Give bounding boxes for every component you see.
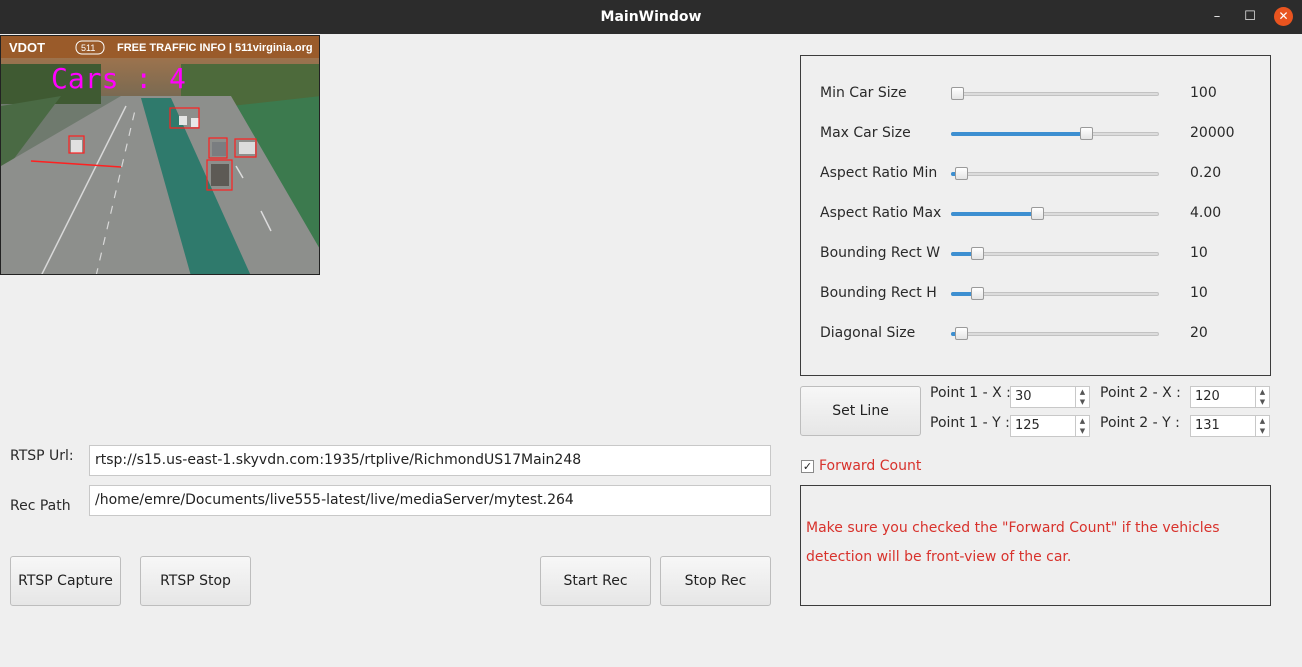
rec-path-label: Rec Path xyxy=(10,498,71,514)
point1-x-spinbox[interactable]: 30 ▲ ▼ xyxy=(1010,386,1090,408)
slider-value: 20000 xyxy=(1190,125,1235,141)
slider-fill xyxy=(951,132,1086,136)
slider-label: Max Car Size xyxy=(820,125,911,141)
spin-down-icon[interactable]: ▼ xyxy=(1255,426,1269,436)
rtsp-url-input[interactable]: rtsp://s15.us-east-1.skyvdn.com:1935/rtp… xyxy=(89,445,771,476)
spin-down-icon[interactable]: ▼ xyxy=(1255,397,1269,407)
slider-fill xyxy=(951,212,1037,216)
slider-label: Min Car Size xyxy=(820,85,907,101)
slider-label: Diagonal Size xyxy=(820,325,916,341)
rtsp-capture-button[interactable]: RTSP Capture xyxy=(10,556,121,606)
slider-handle[interactable] xyxy=(970,287,984,300)
point2-y-label: Point 2 - Y : xyxy=(1100,415,1180,431)
rtsp-stop-button[interactable]: RTSP Stop xyxy=(140,556,251,606)
car-count-overlay: Cars : 4 xyxy=(51,62,186,95)
slider-label: Aspect Ratio Max xyxy=(820,205,942,221)
info-line-2: detection will be front-view of the car. xyxy=(806,549,1072,565)
rec-path-input[interactable]: /home/emre/Documents/live555-latest/live… xyxy=(89,485,771,516)
spin-up-icon[interactable]: ▲ xyxy=(1075,416,1089,426)
slider-value: 10 xyxy=(1190,245,1208,261)
slider-handle[interactable] xyxy=(1030,207,1044,220)
spin-down-icon[interactable]: ▼ xyxy=(1075,426,1089,436)
slider-value: 10 xyxy=(1190,285,1208,301)
vdot-logo: VDOT xyxy=(9,40,45,55)
slider-handle[interactable] xyxy=(951,87,964,100)
rtsp-url-label: RTSP Url: xyxy=(10,448,74,464)
slider-value: 4.00 xyxy=(1190,205,1222,221)
point2-x-value: 120 xyxy=(1195,389,1220,404)
point1-x-label: Point 1 - X : xyxy=(930,385,1011,401)
511-badge: 511 xyxy=(81,43,95,53)
point2-y-spinbox[interactable]: 131 ▲ ▼ xyxy=(1190,415,1270,437)
slider-track[interactable] xyxy=(951,92,1159,96)
spin-up-icon[interactable]: ▲ xyxy=(1255,416,1269,426)
close-icon[interactable]: ✕ xyxy=(1274,7,1293,26)
traffic-camera-frame: VDOT 511 FREE TRAFFIC INFO | 511virginia… xyxy=(1,36,319,274)
spin-down-icon[interactable]: ▼ xyxy=(1075,397,1089,407)
info-line-1: Make sure you checked the "Forward Count… xyxy=(806,520,1220,536)
slider-label: Aspect Ratio Min xyxy=(820,165,938,181)
banner-text: FREE TRAFFIC INFO | 511virginia.org xyxy=(117,42,313,54)
maximize-icon[interactable]: ☐ xyxy=(1240,7,1260,27)
spin-up-icon[interactable]: ▲ xyxy=(1255,387,1269,397)
point1-y-spinbox[interactable]: 125 ▲ ▼ xyxy=(1010,415,1090,437)
slider-track[interactable] xyxy=(951,172,1159,176)
spin-up-icon[interactable]: ▲ xyxy=(1075,387,1089,397)
forward-count-checkbox[interactable]: ✓ xyxy=(801,460,814,473)
slider-value: 0.20 xyxy=(1190,165,1222,181)
forward-count-label[interactable]: Forward Count xyxy=(819,458,921,474)
slider-value: 100 xyxy=(1190,85,1217,101)
slider-value: 20 xyxy=(1190,325,1208,341)
slider-handle[interactable] xyxy=(954,167,968,180)
video-preview: VDOT 511 FREE TRAFFIC INFO | 511virginia… xyxy=(0,35,320,275)
window-title: MainWindow xyxy=(600,9,702,25)
slider-handle[interactable] xyxy=(1079,127,1093,140)
slider-handle[interactable] xyxy=(954,327,968,340)
point2-y-value: 131 xyxy=(1195,418,1220,433)
title-bar: MainWindow – ☐ ✕ xyxy=(0,0,1302,34)
start-rec-button[interactable]: Start Rec xyxy=(540,556,651,606)
minimize-icon[interactable]: – xyxy=(1207,7,1227,27)
stop-rec-button[interactable]: Stop Rec xyxy=(660,556,771,606)
point1-x-value: 30 xyxy=(1015,389,1032,404)
info-box: Make sure you checked the "Forward Count… xyxy=(800,485,1271,606)
point1-y-label: Point 1 - Y : xyxy=(930,415,1010,431)
slider-track[interactable] xyxy=(951,332,1159,336)
slider-label: Bounding Rect W xyxy=(820,245,941,261)
point1-y-value: 125 xyxy=(1015,418,1040,433)
slider-handle[interactable] xyxy=(970,247,984,260)
slider-label: Bounding Rect H xyxy=(820,285,937,301)
point2-x-label: Point 2 - X : xyxy=(1100,385,1181,401)
point2-x-spinbox[interactable]: 120 ▲ ▼ xyxy=(1190,386,1270,408)
set-line-button[interactable]: Set Line xyxy=(800,386,921,436)
